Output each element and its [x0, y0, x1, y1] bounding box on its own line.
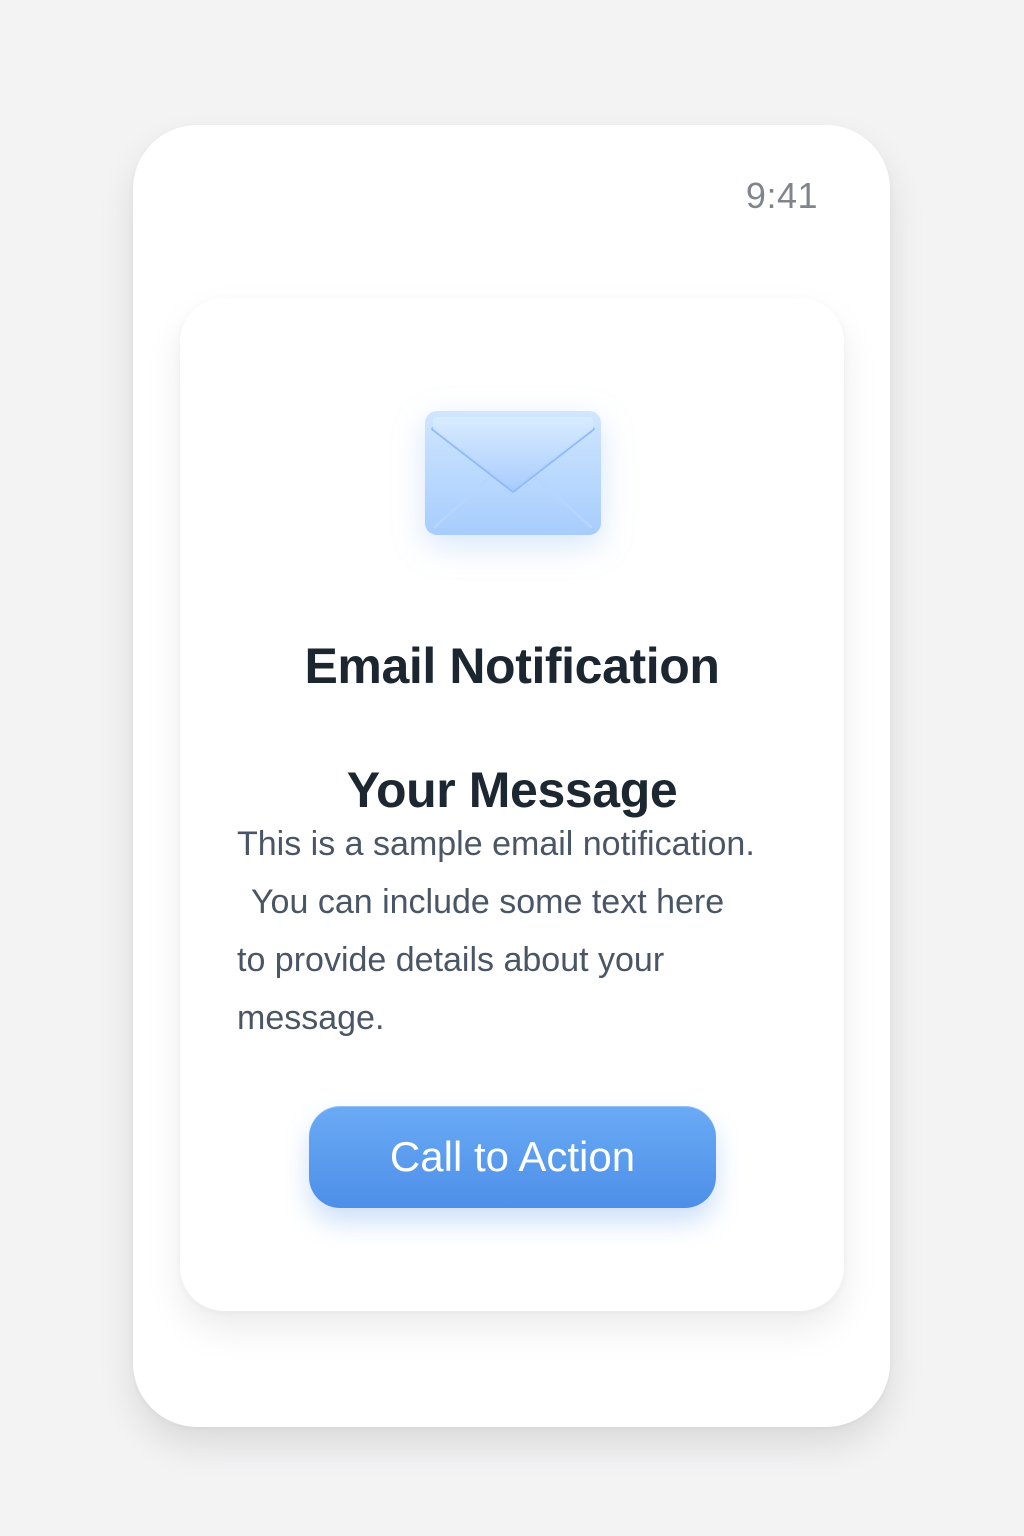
- message-body: This is a sample email notification. You…: [237, 815, 797, 1047]
- message-body-line: to provide details about your: [237, 941, 665, 979]
- message-body-line: You can include some text here: [251, 883, 725, 921]
- notification-title: Email Notification: [304, 637, 720, 694]
- message-body-line: This is a sample email notification.: [237, 825, 755, 863]
- message-heading: Your Message: [346, 761, 678, 818]
- phone-frame: 9:41 Email Notification Your Message Thi…: [133, 125, 890, 1427]
- call-to-action-button[interactable]: Call to Action: [309, 1106, 716, 1208]
- notification-card: Email Notification Your Message This is …: [180, 298, 844, 1311]
- message-body-line: message.: [237, 999, 385, 1037]
- status-time: 9:41: [745, 175, 818, 216]
- envelope-icon: [423, 409, 603, 539]
